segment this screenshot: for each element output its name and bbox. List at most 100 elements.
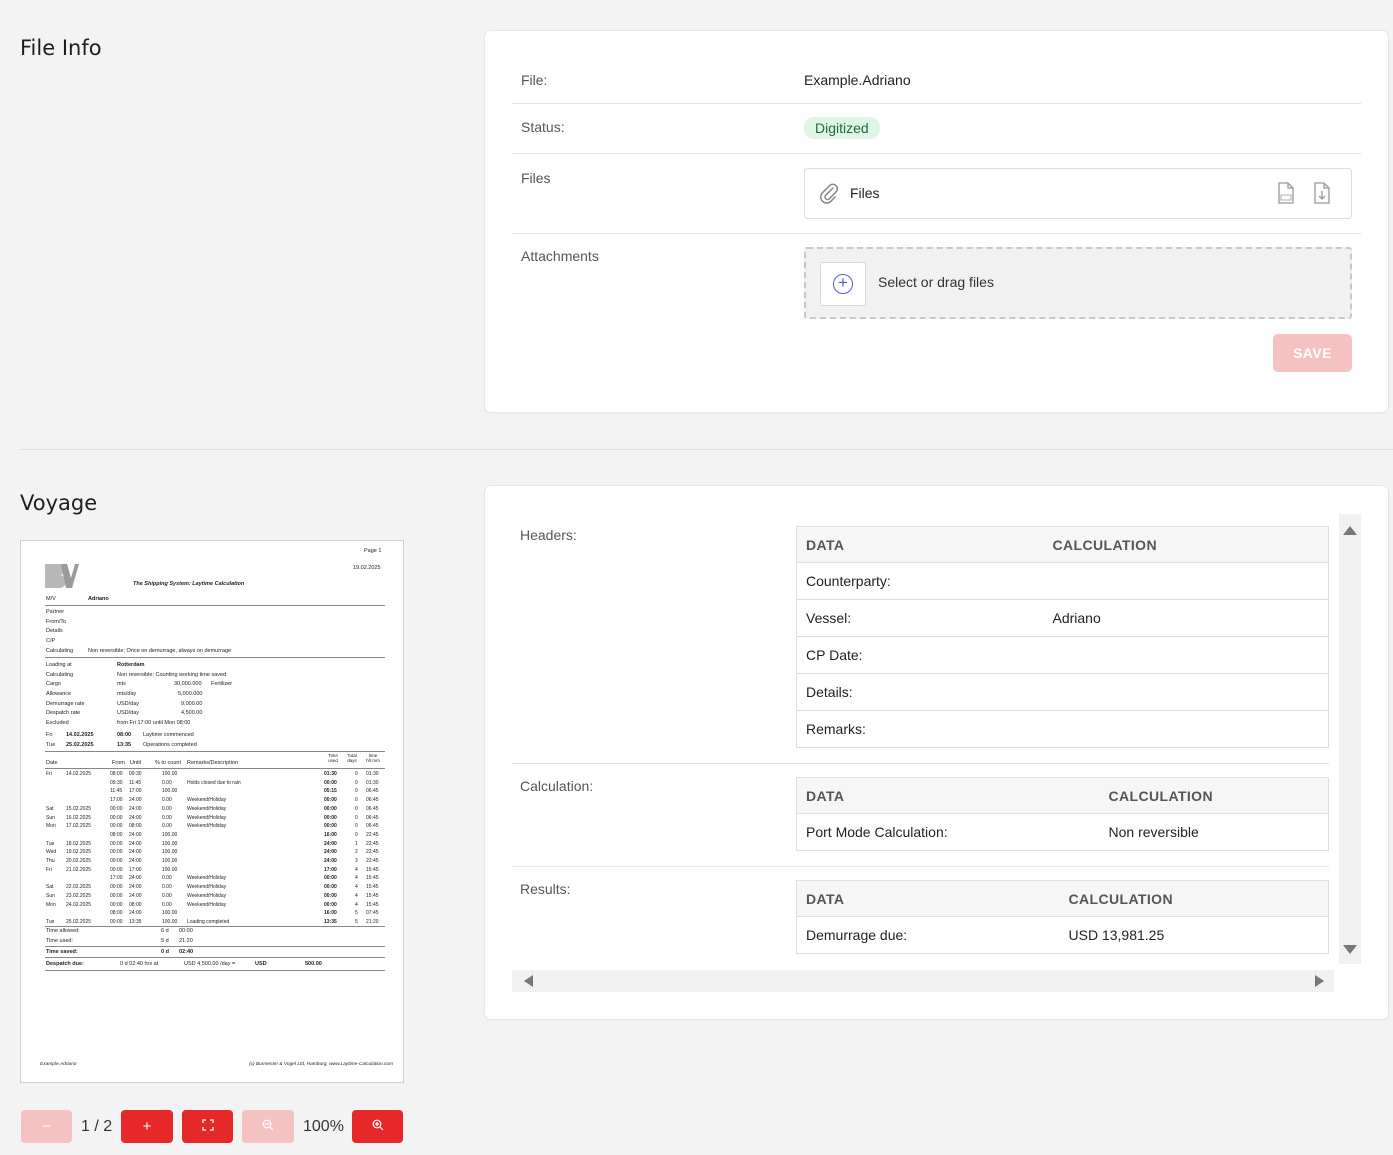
- doc-footer-right: (c) Burmester & Vogel Ltd, Hamburg, www.…: [249, 1062, 394, 1067]
- file-info-title: File Info: [20, 36, 102, 60]
- status-row: Status: Digitized: [512, 104, 1361, 154]
- zoom-in-icon: [372, 1119, 383, 1131]
- doc-log-cell: 22.02.2025: [66, 884, 92, 891]
- cell-data: Counterparty:: [796, 562, 1044, 600]
- zoom-out-icon: [262, 1119, 274, 1131]
- doc-log-cell: 00:00: [324, 805, 337, 812]
- doc-col-total-days: Total days: [347, 753, 357, 763]
- doc-log-cell: 0: [355, 797, 358, 804]
- doc-excluded: Excluded: [46, 720, 69, 726]
- doc-log-cell: 25.02.2025: [66, 918, 92, 925]
- calculation-col-data: DATA: [796, 777, 1100, 814]
- scroll-up-icon[interactable]: [1342, 524, 1358, 536]
- doc-log-cell: 4: [355, 901, 358, 908]
- doc-log-cell: 21:20: [366, 918, 379, 925]
- doc-desp-value: 4,500.00: [181, 710, 203, 716]
- doc-log-cell: 24:00: [129, 875, 142, 882]
- results-table: DATA CALCULATION Demurrage due: USD 13,9…: [796, 880, 1329, 954]
- doc-log-cell: 07:45: [366, 910, 379, 917]
- zoom-in-button[interactable]: [352, 1110, 403, 1143]
- pdf-file-icon[interactable]: [1277, 182, 1295, 209]
- doc-col-time: time hh:mm: [366, 753, 380, 763]
- file-drop-zone[interactable]: + Select or drag files: [804, 247, 1352, 319]
- document-preview[interactable]: Page 1 19.02.2025 The Shipping System: L…: [20, 540, 404, 1083]
- doc-log-cell: 0: [355, 788, 358, 795]
- doc-log-cell: 0.00: [162, 823, 172, 830]
- doc-log-cell: 00:00: [324, 901, 337, 908]
- doc-log-cell: 01:30: [324, 771, 337, 777]
- doc-log-cell: 16.02.2025: [66, 814, 92, 821]
- doc-time-allowed-d: 6 d: [161, 928, 169, 934]
- doc-log-cell: 100.00: [162, 771, 178, 777]
- cell-data: Vessel:: [796, 599, 1044, 637]
- doc-cargo-value: 30,000.000: [174, 681, 202, 687]
- doc-calculating: Calculating: [46, 648, 74, 654]
- scroll-down-icon[interactable]: [1342, 944, 1358, 956]
- doc-page: Page 1: [364, 548, 382, 554]
- files-box[interactable]: Files: [804, 168, 1352, 219]
- doc-col-pct: % to count: [155, 760, 181, 766]
- doc-log-cell: 08:00: [129, 901, 142, 908]
- vertical-scrollbar[interactable]: [1339, 514, 1361, 964]
- add-file-button[interactable]: +: [820, 262, 866, 306]
- doc-log-cell: 15.02.2025: [66, 805, 92, 812]
- doc-log-cell: 4: [355, 866, 358, 873]
- fullscreen-button[interactable]: [182, 1110, 233, 1143]
- doc-log-cell: Weekend/Holiday: [187, 823, 227, 830]
- doc-col-time-used: Time used: [328, 753, 338, 763]
- company-logo: [45, 564, 79, 588]
- doc-log-cell: 24:00: [129, 849, 142, 856]
- doc-calculating-2-value: Non reversible; Counting working time sa…: [117, 672, 227, 678]
- doc-time-saved-t: 02:40: [179, 949, 194, 955]
- zoom-out-page-button[interactable]: −: [21, 1110, 72, 1143]
- doc-time-used: Time used:: [46, 938, 74, 944]
- doc-log-cell: 16:00: [324, 910, 337, 917]
- doc-log-cell: 00:00: [110, 805, 123, 812]
- doc-log-cell: 09:30: [129, 771, 142, 777]
- doc-end-text: Operations completed: [143, 742, 197, 748]
- doc-log-cell: 0: [355, 771, 358, 777]
- doc-log-cell: Tue: [46, 918, 55, 925]
- doc-mv-label: M/V: [46, 596, 56, 602]
- cell-data: Details:: [796, 673, 1044, 711]
- doc-dem-rate: Demurrage rate: [46, 701, 85, 707]
- cell-data: Port Mode Calculation:: [796, 813, 1100, 851]
- save-button[interactable]: SAVE: [1273, 334, 1352, 372]
- calculation-label: Calculation:: [520, 778, 594, 794]
- doc-log-cell: 22:45: [366, 840, 379, 847]
- doc-log-cell: 15:45: [366, 901, 379, 908]
- doc-dem-unit: USD/day: [117, 701, 140, 707]
- doc-log-cell: 0: [355, 814, 358, 821]
- headers-col-calculation: CALCULATION: [1043, 526, 1329, 563]
- zoom-level: 100%: [303, 1118, 344, 1135]
- doc-log-cell: 00:00: [110, 901, 123, 908]
- doc-loading-at: Loading at: [46, 662, 72, 668]
- doc-log-cell: Fri: [46, 771, 52, 777]
- doc-log-cell: 17:00: [324, 866, 337, 873]
- attachments-row: Attachments + Select or drag files: [512, 234, 1361, 374]
- zoom-out-button[interactable]: [242, 1110, 294, 1143]
- doc-log-cell: 00:00: [110, 858, 123, 864]
- download-file-icon[interactable]: [1313, 182, 1331, 209]
- doc-log-cell: 3: [355, 858, 358, 864]
- doc-allowance: Allowance: [46, 691, 72, 697]
- doc-log-cell: 0.00: [162, 884, 172, 891]
- doc-log-cell: 17:00: [129, 866, 142, 873]
- doc-log-cell: 06:45: [366, 788, 379, 795]
- scroll-left-icon[interactable]: [522, 974, 534, 988]
- doc-log-cell: 0.00: [162, 797, 172, 804]
- cell-calculation: [1043, 673, 1329, 711]
- doc-log-cell: 14.02.2025: [66, 771, 92, 777]
- doc-log-cell: Weekend/Holiday: [187, 797, 227, 804]
- table-row: Details:: [796, 673, 1329, 711]
- horizontal-scrollbar[interactable]: [512, 970, 1334, 992]
- doc-col-from: From: [112, 760, 125, 766]
- doc-log-cell: Weekend/Holiday: [187, 875, 227, 882]
- doc-log-cell: 00:00: [324, 892, 337, 899]
- doc-cargo-unit: mts: [117, 681, 126, 687]
- files-box-label: Files: [850, 185, 880, 201]
- doc-log-cell: 06:45: [366, 797, 379, 804]
- next-page-button[interactable]: +: [121, 1110, 173, 1143]
- scroll-right-icon[interactable]: [1314, 974, 1326, 988]
- doc-log-cell: Weekend/Holiday: [187, 805, 227, 812]
